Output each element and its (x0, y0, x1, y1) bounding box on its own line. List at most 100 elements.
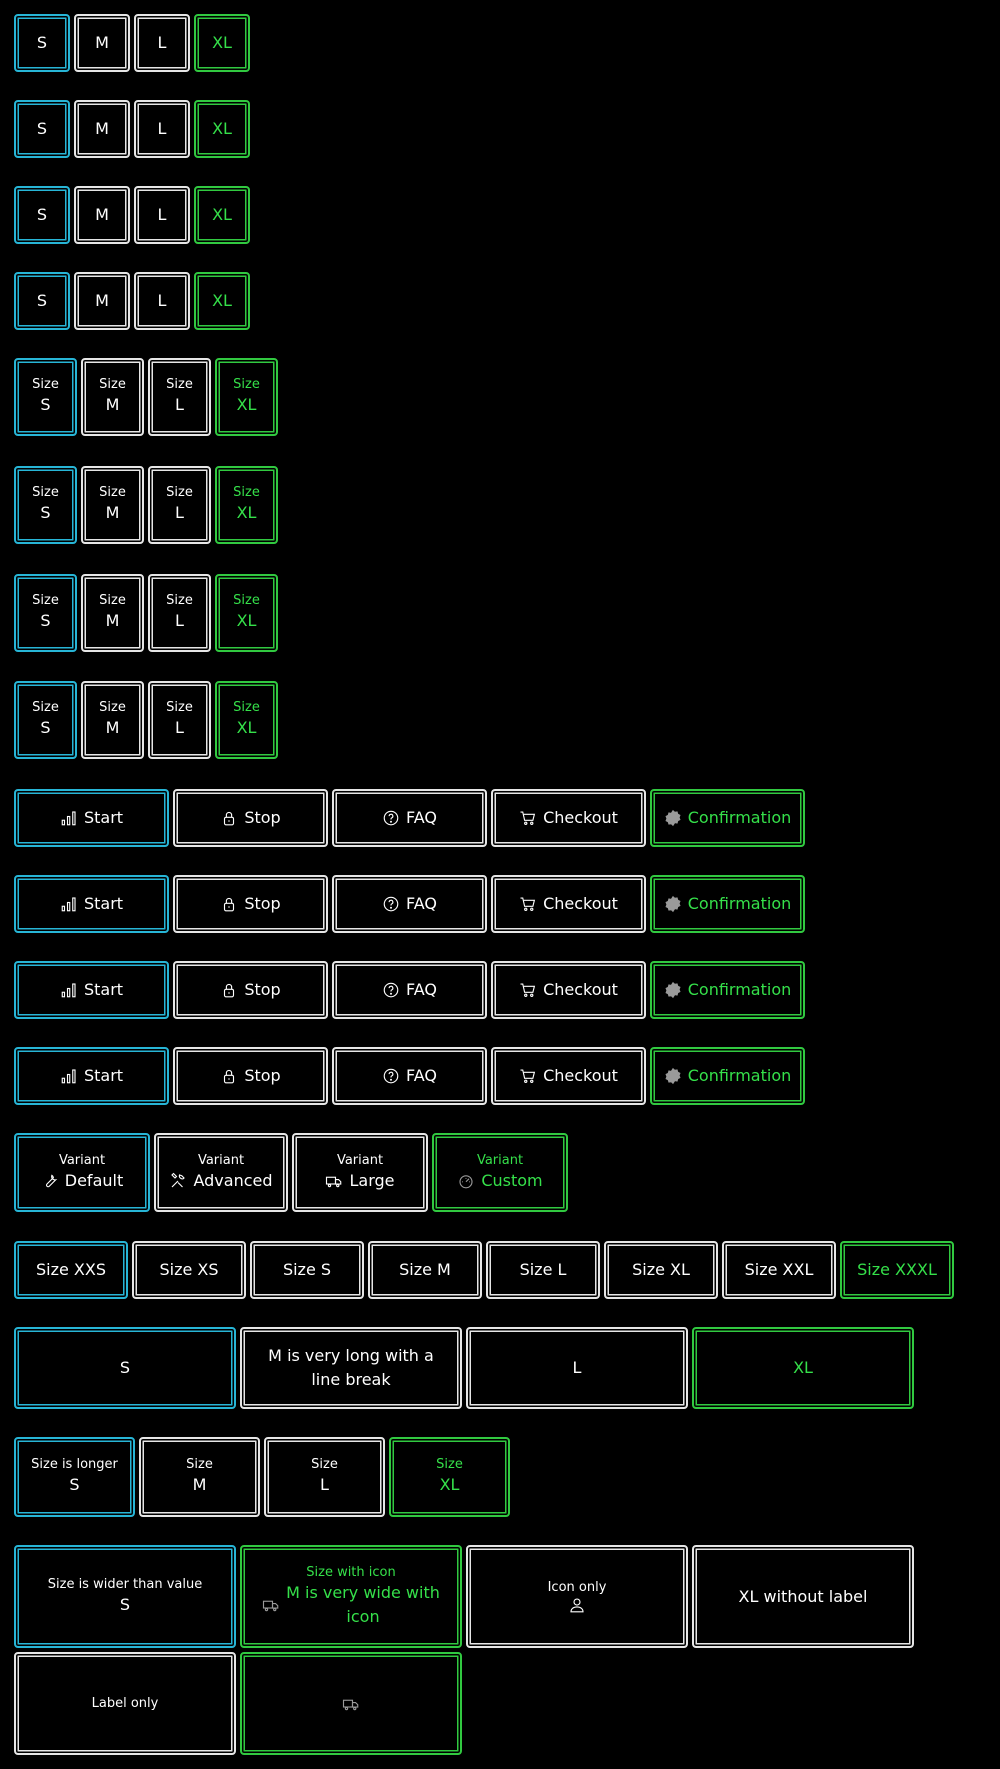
option-s[interactable]: Size S (14, 574, 77, 652)
option-large[interactable]: Variant Large (292, 1133, 428, 1212)
option-l[interactable]: L (134, 14, 190, 72)
option-start[interactable]: Start (14, 961, 169, 1019)
option-xl-without-label[interactable]: XL without label (692, 1545, 914, 1648)
option-icon-only[interactable]: Icon only (466, 1545, 688, 1648)
option-s[interactable]: Size S (14, 681, 77, 759)
option-value: L (157, 205, 167, 224)
option-xl[interactable]: Size XL (604, 1241, 718, 1299)
option-xl[interactable]: Size XL (215, 574, 278, 652)
option-value: L (157, 119, 167, 138)
option-value: FAQ (406, 980, 437, 999)
action-group-2: Start Stop FAQ Checkout Confirmation (14, 875, 805, 933)
option-m[interactable]: M (74, 100, 130, 158)
option-s[interactable]: S (14, 186, 70, 244)
option-confirmation[interactable]: Confirmation (650, 961, 805, 1019)
option-advanced[interactable]: Variant Advanced (154, 1133, 288, 1212)
size-group-simple-3: S M L XL (14, 186, 250, 244)
option-value: Size L (519, 1260, 567, 1279)
option-stop[interactable]: Stop (173, 875, 328, 933)
option-checkout[interactable]: Checkout (491, 789, 646, 847)
option-xl[interactable]: XL (194, 186, 250, 244)
option-s[interactable]: Size S (14, 466, 77, 544)
signal-bars-icon (60, 809, 78, 827)
option-s[interactable]: S (14, 272, 70, 330)
option-confirmation[interactable]: Confirmation (650, 789, 805, 847)
option-xl[interactable]: Size XL (215, 681, 278, 759)
option-xxl[interactable]: Size XXL (722, 1241, 836, 1299)
option-m[interactable]: M (74, 186, 130, 244)
option-m[interactable]: Size M (139, 1437, 260, 1517)
option-m[interactable]: Size M (81, 466, 144, 544)
option-checkout[interactable]: Checkout (491, 1047, 646, 1105)
size-group-labeled-2: Size S Size M Size L Size XL (14, 466, 278, 544)
option-s[interactable]: Size is wider than value S (14, 1545, 236, 1648)
option-value: Size XL (632, 1260, 690, 1279)
option-s[interactable]: Size S (250, 1241, 364, 1299)
option-value: Confirmation (687, 894, 792, 913)
option-l[interactable]: L (134, 186, 190, 244)
option-s[interactable]: Size is longer S (14, 1437, 135, 1517)
option-s[interactable]: S (14, 100, 70, 158)
option-s[interactable]: S (14, 14, 70, 72)
question-circle-icon (382, 895, 400, 913)
option-xl[interactable]: XL (194, 100, 250, 158)
option-xl[interactable]: XL (692, 1327, 914, 1409)
option-faq[interactable]: FAQ (332, 789, 487, 847)
size-group-simple-2: S M L XL (14, 100, 250, 158)
option-confirmation[interactable]: Confirmation (650, 1047, 805, 1105)
option-value: M is very long with a line break (268, 1346, 434, 1389)
option-faq[interactable]: FAQ (332, 1047, 487, 1105)
option-l[interactable]: Size L (148, 358, 211, 436)
badge-star-icon (664, 895, 682, 913)
cart-icon (519, 1067, 537, 1085)
option-start[interactable]: Start (14, 1047, 169, 1105)
option-faq[interactable]: FAQ (332, 961, 487, 1019)
option-value: FAQ (406, 894, 437, 913)
option-l[interactable]: Size L (148, 574, 211, 652)
option-label: Label only (91, 1695, 159, 1711)
option-m[interactable]: Size M (81, 574, 144, 652)
option-confirmation[interactable]: Confirmation (650, 875, 805, 933)
option-value: S (36, 291, 48, 310)
option-label: Size (166, 377, 193, 392)
option-xl[interactable]: XL (194, 272, 250, 330)
option-xl[interactable]: Size XL (389, 1437, 510, 1517)
option-stop[interactable]: Stop (173, 1047, 328, 1105)
option-default[interactable]: Variant Default (14, 1133, 150, 1212)
option-m[interactable]: M (74, 14, 130, 72)
option-xxxl[interactable]: Size XXXL (840, 1241, 954, 1299)
option-icon-value[interactable] (240, 1652, 462, 1755)
option-custom[interactable]: Variant Custom (432, 1133, 568, 1212)
option-s[interactable]: S (14, 1327, 236, 1409)
option-faq[interactable]: FAQ (332, 875, 487, 933)
option-m[interactable]: Size M (368, 1241, 482, 1299)
question-circle-icon (382, 1067, 400, 1085)
option-l[interactable]: Size L (148, 466, 211, 544)
option-s[interactable]: Size S (14, 358, 77, 436)
option-m[interactable]: Size M (81, 681, 144, 759)
option-l[interactable]: Size L (486, 1241, 600, 1299)
option-xs[interactable]: Size XS (132, 1241, 246, 1299)
option-m[interactable]: Size M (81, 358, 144, 436)
option-stop[interactable]: Stop (173, 789, 328, 847)
option-xxs[interactable]: Size XXS (14, 1241, 128, 1299)
option-l[interactable]: L (134, 100, 190, 158)
option-m[interactable]: Size with icon M is very wide with icon (240, 1545, 462, 1648)
option-checkout[interactable]: Checkout (491, 961, 646, 1019)
option-label-only[interactable]: Label only (14, 1652, 236, 1755)
option-start[interactable]: Start (14, 789, 169, 847)
option-m[interactable]: M (74, 272, 130, 330)
option-stop[interactable]: Stop (173, 961, 328, 1019)
option-checkout[interactable]: Checkout (491, 875, 646, 933)
option-l[interactable]: L (134, 272, 190, 330)
option-l[interactable]: L (466, 1327, 688, 1409)
option-m[interactable]: M is very long with a line break (240, 1327, 462, 1409)
option-label: Size (233, 377, 260, 392)
option-l[interactable]: Size L (264, 1437, 385, 1517)
option-start[interactable]: Start (14, 875, 169, 933)
option-xl[interactable]: XL (194, 14, 250, 72)
option-xl[interactable]: Size XL (215, 466, 278, 544)
option-l[interactable]: Size L (148, 681, 211, 759)
signal-bars-icon (60, 1067, 78, 1085)
option-xl[interactable]: Size XL (215, 358, 278, 436)
